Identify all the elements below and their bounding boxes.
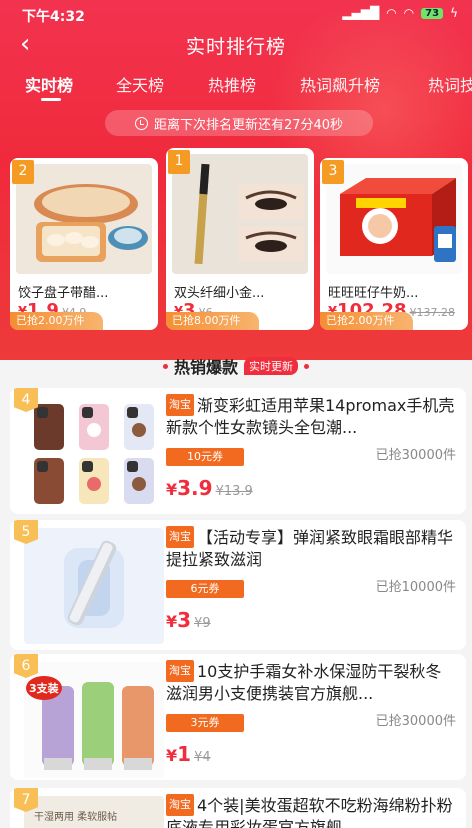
product-title: 【活动专享】弹润紧致眼霜眼部精华提拉紧致滋润 [166,528,454,569]
product-title: 10支护手霜女补水保湿防干裂秋冬滋润男小支便携装官方旗舰... [166,662,442,703]
product-name: 双头纤细小金... [174,286,265,301]
currency-symbol: ¥ [166,746,178,765]
product-title-wrap: 淘宝 4个装|美妆蛋超软不吃粉海绵粉扑粉底液专用彩妆蛋官方旗舰... [166,794,456,828]
rank-badge: 6 [14,654,38,678]
sold-count: 已抢30000件 [375,714,456,729]
title-bar: ‹ 实时排行榜 [0,30,472,60]
price-value: 3 [177,608,192,632]
product-info: 淘宝 【活动专享】弹润紧致眼霜眼部精华提拉紧致滋润 6元券 已抢10000件 ¥3… [166,526,456,632]
page-title: 实时排行榜 [185,36,286,58]
podium-card-2[interactable]: 2 饺子盘子带醋... ¥1.9¥4.9 已抢2.00万件 [10,158,158,330]
charging-icon: ϟ [450,6,458,20]
list-item-6[interactable]: 6 3支装 淘宝 10支护手霜女补水保湿防干裂秋冬滋润男小支便携装官方旗舰... … [10,654,466,780]
coupon-badge[interactable]: 10元券 [166,448,244,466]
clock-icon [134,116,148,130]
signal-icon: ▂▄▆█ [342,6,380,20]
taobao-tag: 淘宝 [166,394,194,416]
currency-symbol: ¥ [166,612,178,631]
product-name: 饺子盘子带醋... [18,286,109,301]
dot-icon [304,363,309,369]
tab-allday[interactable]: 全天榜 [116,72,164,96]
section-title: 热销爆款 [173,358,238,377]
original-price: ¥137.28 [409,306,456,319]
rank-badge: 1 [168,150,190,174]
countdown-text: 距离下次排名更新还有27分40秒 [153,117,344,133]
product-price: ¥3.9 ¥13.9 [166,476,456,500]
podium-card-3[interactable]: 3 旺旺旺仔牛奶... ¥102.28¥137.28 已抢2.00万件 [320,158,468,330]
product-image-hand-cream: 3支装 [24,662,164,778]
coupon-badge[interactable]: 6元券 [166,580,244,598]
original-price: ¥9 [194,616,211,631]
dot-icon [162,363,168,369]
realtime-update-badge: 实时更新 [244,357,298,375]
list-item-7[interactable]: 7 干湿两用 柔软服帖 淘宝 4个装|美妆蛋超软不吃粉海绵粉扑粉底液专用彩妆蛋官方… [10,788,466,828]
sold-count: 已抢10000件 [375,580,456,595]
tab-hot-push[interactable]: 热推榜 [208,72,256,96]
rank-badge: 2 [12,160,34,184]
price-value: 3.9 [177,476,213,500]
product-image-eye-cream [24,528,164,644]
tab-bar: 实时榜 全天榜 热推榜 热词飙升榜 热词技 [0,72,472,102]
status-bar: 下午4:32 ▂▄▆█ ◠ ◠ 73 ϟ [0,0,472,30]
image-caption-text: 干湿两用 柔软服帖 [34,812,118,823]
product-title-wrap: 淘宝 渐变彩虹适用苹果14promax手机壳新款个性女款镜头全包潮... [166,394,456,438]
currency-symbol: ¥ [166,480,178,499]
tab-hot-keywords[interactable]: 热词技 [428,72,472,96]
sold-count-badge: 已抢2.00万件 [320,312,413,330]
sold-count-badge: 已抢8.00万件 [166,312,259,330]
product-title: 4个装|美妆蛋超软不吃粉海绵粉扑粉底液专用彩妆蛋官方旗舰... [166,796,453,828]
list-item-4[interactable]: 4 淘宝 渐变彩虹适用苹果14promax手机壳新款个性女款镜头全包潮... 10… [10,388,466,514]
ranking-countdown: 距离下次排名更新还有27分40秒 [105,110,373,136]
product-title: 渐变彩虹适用苹果14promax手机壳新款个性女款镜头全包潮... [166,396,455,437]
sold-count-badge: 已抢2.00万件 [10,312,103,330]
taobao-tag: 淘宝 [166,660,194,682]
product-info: 淘宝 10支护手霜女补水保湿防干裂秋冬滋润男小支便携装官方旗舰... 3元券 已抢… [166,660,456,766]
product-name: 旺旺旺仔牛奶... [328,286,419,301]
rank-badge: 4 [14,388,38,412]
list-item-5[interactable]: 5 淘宝 【活动专享】弹润紧致眼霜眼部精华提拉紧致滋润 6元券 已抢10000件 … [10,520,466,650]
product-price: ¥1 ¥4 [166,742,456,766]
product-title-wrap: 淘宝 【活动专享】弹润紧致眼霜眼部精华提拉紧致滋润 [166,526,456,570]
product-image-dumpling-plate [16,164,152,274]
status-icons: ▂▄▆█ ◠ ◠ 73 ϟ [342,6,458,20]
product-price: ¥3 ¥9 [166,608,456,632]
podium-card-1[interactable]: 1 双头纤细小金... ¥3¥6 已抢8.00万件 [166,148,314,330]
taobao-tag: 淘宝 [166,526,194,548]
product-image-wangzai-milk [326,164,462,274]
wifi-icon-2: ◠ [403,6,415,20]
product-image-phone-case [24,396,164,512]
active-tab-indicator [41,98,61,101]
price-value: 1 [177,742,192,766]
wifi-icon: ◠ [386,6,397,20]
rank-badge: 7 [14,788,38,812]
hot-sale-section-header: 热销爆款 实时更新 [0,355,472,377]
coupon-badge[interactable]: 3元券 [166,714,244,732]
original-price: ¥13.9 [215,484,253,499]
tab-rising-keywords[interactable]: 热词飙升榜 [300,72,380,96]
rank-badge: 5 [14,520,38,544]
product-image-eyeliner [172,154,308,274]
sold-count: 已抢30000件 [375,448,456,463]
product-info: 淘宝 渐变彩虹适用苹果14promax手机壳新款个性女款镜头全包潮... 10元券… [166,394,456,500]
battery-icon: 73 [421,7,444,19]
product-info: 淘宝 4个装|美妆蛋超软不吃粉海绵粉扑粉底液专用彩妆蛋官方旗舰... [166,794,456,828]
rank-badge: 3 [322,160,344,184]
tab-realtime[interactable]: 实时榜 [25,72,73,96]
original-price: ¥4 [194,750,211,765]
product-title-wrap: 淘宝 10支护手霜女补水保湿防干裂秋冬滋润男小支便携装官方旗舰... [166,660,456,704]
status-time: 下午4:32 [22,9,85,25]
taobao-tag: 淘宝 [166,794,194,816]
product-image-makeup-sponge: 干湿两用 柔软服帖 [24,796,164,828]
pack-count-badge: 3支装 [26,676,62,700]
